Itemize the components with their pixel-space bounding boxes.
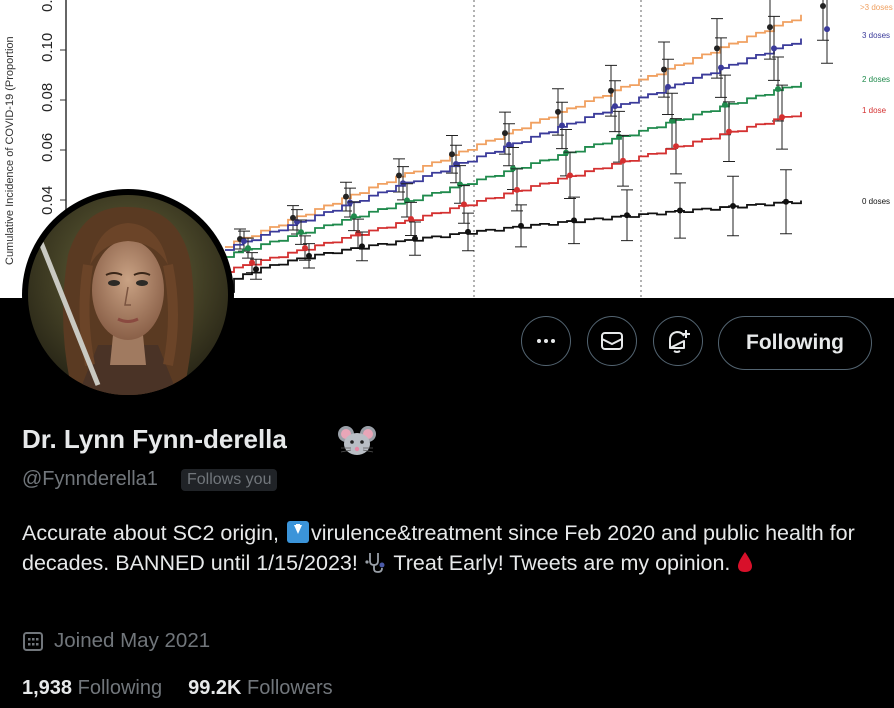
data-point [714, 45, 720, 52]
data-point [567, 172, 573, 179]
data-point [612, 103, 618, 110]
data-point [514, 186, 520, 193]
bio: Accurate about SC2 origin, virulence&tre… [22, 518, 882, 578]
data-point [722, 101, 728, 108]
banner-ytick: 0.04 [39, 186, 56, 215]
data-point [396, 172, 402, 179]
data-point [465, 228, 471, 235]
bio-text: Accurate about SC2 origin, [22, 521, 285, 545]
data-point [661, 66, 667, 73]
data-point [502, 130, 508, 137]
data-point [461, 201, 467, 208]
data-point [616, 133, 622, 140]
series-label: 0 doses [862, 197, 890, 206]
data-point [253, 266, 259, 273]
data-point [298, 229, 304, 236]
avatar[interactable] [22, 189, 234, 401]
data-point [249, 259, 255, 266]
data-point [355, 230, 361, 237]
mouse-face-icon [338, 424, 376, 463]
follow-stats: 1,938 Following 99.2K Followers [22, 677, 333, 700]
calendar-icon [23, 632, 43, 651]
banner-ylabel: Cumulative Incidence of COVID-19 (Propor… [4, 36, 16, 265]
data-point [571, 217, 577, 224]
data-point [449, 151, 455, 158]
following-button[interactable]: Following [718, 316, 872, 370]
data-point [506, 141, 512, 148]
joined-date: Joined May 2021 [22, 629, 210, 653]
data-point [624, 212, 630, 219]
banner-ytick: 0.10 [39, 33, 56, 62]
data-point [245, 245, 251, 252]
bell-plus-icon [669, 330, 690, 353]
data-point [665, 83, 671, 90]
data-point [783, 198, 789, 205]
followers-label: Followers [247, 677, 333, 699]
more-button[interactable] [521, 316, 571, 366]
series-label: >3 doses [860, 3, 893, 12]
bio-text: Treat Early! Tweets are my opinion. [387, 551, 737, 575]
follows-you-badge: Follows you [181, 469, 278, 491]
followers-link[interactable]: 99.2K Followers [188, 677, 333, 699]
data-point [775, 86, 781, 93]
data-point [620, 157, 626, 164]
banner-ytick: 0. [39, 0, 56, 12]
data-point [306, 252, 312, 259]
down-arrow-icon [286, 521, 309, 543]
data-point [824, 26, 830, 33]
more-icon [537, 339, 555, 343]
banner-series [225, 0, 833, 293]
data-point [518, 222, 524, 229]
data-point [343, 193, 349, 200]
series-curve [225, 111, 802, 273]
following-label: Following [77, 677, 163, 699]
data-point [457, 181, 463, 188]
avatar-image [28, 195, 228, 395]
data-point [718, 64, 724, 71]
display-name: Dr. Lynn Fynn-derella [22, 424, 287, 454]
series-label: 2 doses [862, 75, 890, 84]
notify-button[interactable] [653, 316, 703, 366]
handle: @Fynnderella1 [22, 468, 158, 490]
data-point [771, 45, 777, 52]
series-label: 3 doses [862, 31, 890, 40]
data-point [767, 24, 773, 31]
data-point [726, 128, 732, 135]
data-point [351, 213, 357, 220]
data-point [673, 143, 679, 150]
banner-ytick: 0.06 [39, 133, 56, 162]
following-link[interactable]: 1,938 Following [22, 677, 162, 699]
data-point [555, 108, 561, 115]
data-point [608, 87, 614, 94]
data-point [779, 114, 785, 121]
data-point [241, 238, 247, 245]
blood-drop-icon [738, 552, 753, 572]
banner-ytick: 0.08 [39, 83, 56, 112]
data-point [347, 199, 353, 206]
data-point [563, 149, 569, 156]
joined-text: Joined May 2021 [54, 629, 211, 652]
following-count: 1,938 [22, 677, 73, 699]
data-point [677, 207, 683, 214]
data-point [559, 122, 565, 129]
data-point [820, 3, 826, 10]
data-point [302, 245, 308, 252]
envelope-icon [601, 332, 623, 350]
message-button[interactable] [587, 316, 637, 366]
series-curve [225, 38, 802, 251]
series-label: 1 dose [862, 106, 887, 115]
data-point [408, 215, 414, 222]
data-point [412, 235, 418, 242]
stethoscope-icon [365, 553, 385, 573]
followers-count: 99.2K [188, 677, 242, 699]
data-point [730, 202, 736, 209]
data-point [359, 243, 365, 250]
